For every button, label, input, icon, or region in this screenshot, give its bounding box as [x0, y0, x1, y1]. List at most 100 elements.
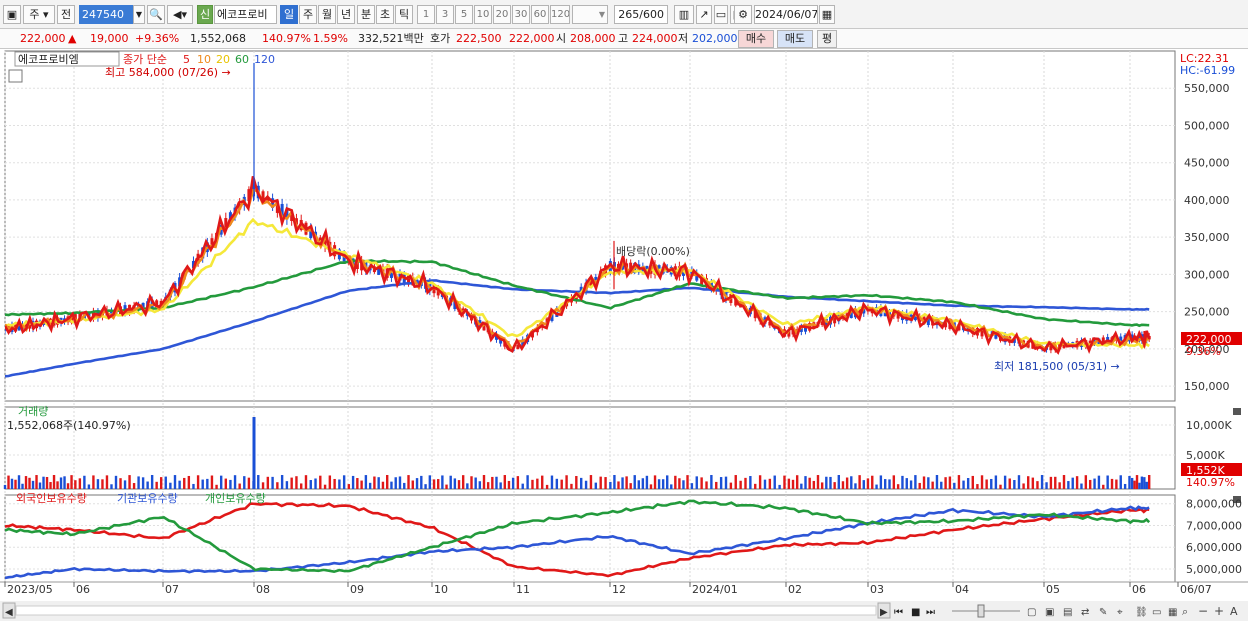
save2-icon[interactable]: ▦ [1168, 607, 1177, 618]
volume-bar [994, 475, 998, 489]
volume-bar [300, 483, 303, 489]
period-month-button[interactable]: 월 [318, 5, 336, 24]
zoom-in-icon[interactable]: + [1214, 604, 1224, 618]
volume-bar [403, 482, 406, 489]
chart-type-icon[interactable]: ▥ [674, 5, 694, 24]
volume-bar [604, 477, 607, 489]
quote-up-arrow: ▲ [68, 32, 77, 45]
volume-bar [575, 476, 578, 489]
chart-menu-icon[interactable]: ▣ [3, 5, 21, 24]
interval-60-button[interactable]: 60 [531, 5, 549, 24]
period-year-button[interactable]: 년 [337, 5, 355, 24]
count-field[interactable]: 265/600 [614, 5, 668, 24]
volume-bar [432, 479, 436, 489]
code-input[interactable]: 247540 [79, 5, 133, 24]
first-icon[interactable]: ⏮ [894, 607, 903, 618]
scrollbar[interactable] [15, 605, 877, 616]
sell-button[interactable]: 매도 [777, 30, 813, 48]
last-icon[interactable]: ⏭ [926, 607, 935, 618]
quote-bar: 222,000 ▲ 19,000 +9.36% 1,552,068 140.97… [0, 29, 1248, 49]
volume-bar [276, 482, 279, 489]
date-field[interactable]: 2024/06/07 [754, 5, 818, 24]
interval-120-button[interactable]: 120 [550, 5, 570, 24]
volume-panel-close-icon[interactable] [1233, 408, 1241, 415]
volume-bar [266, 476, 270, 489]
view2-icon[interactable]: ▣ [1045, 607, 1054, 618]
compare-icon[interactable]: ⇄ [1081, 607, 1089, 618]
font-size-icon[interactable]: A [1230, 605, 1238, 618]
interval-5-button[interactable]: 5 [455, 5, 473, 24]
print-icon[interactable]: ▭ [714, 5, 728, 24]
volume-bar [944, 477, 947, 489]
search-icon[interactable]: 🔍 [147, 5, 165, 24]
prev-button[interactable]: 전 [57, 5, 75, 24]
volume-bar [247, 477, 251, 489]
interval-3-button[interactable]: 3 [436, 5, 454, 24]
zoom-search-icon[interactable]: ⌕ [1182, 605, 1188, 618]
volume-bar [1036, 481, 1039, 489]
volume-bar [411, 480, 414, 489]
volume-bar [233, 475, 237, 489]
interval-30-button[interactable]: 30 [512, 5, 530, 24]
zoom-slider-handle[interactable] [977, 604, 985, 618]
volume-bar [1067, 481, 1070, 489]
cursor-icon[interactable]: ⌖ [1117, 607, 1123, 618]
volume-bar [386, 475, 389, 489]
volume-bar [971, 475, 974, 489]
sound-icon[interactable]: ◀▾ [167, 5, 193, 24]
volume-bar [773, 475, 776, 489]
view1-icon[interactable]: ▢ [1027, 607, 1036, 618]
settings-gear-icon[interactable]: ⚙ [734, 5, 752, 24]
period-day-button[interactable]: 일 [280, 5, 298, 24]
quote-ask: 222,500 [456, 32, 502, 45]
volume-bar [866, 478, 870, 489]
volume-bar [1017, 475, 1021, 489]
interval-1-button[interactable]: 1 [417, 5, 435, 24]
volume-bar [38, 482, 42, 489]
draw-icon[interactable]: ✎ [1099, 607, 1107, 618]
period-minute-button[interactable]: 분 [357, 5, 375, 24]
volume-bar [931, 481, 934, 489]
quote-rate: +9.36% [135, 32, 180, 45]
volume-bar [594, 482, 598, 489]
volume-bar [837, 475, 841, 489]
quote-volume-ratio: 140.97% [262, 32, 311, 45]
volume-bar [271, 476, 274, 489]
ma120-label: 120 [254, 53, 275, 66]
link-icon[interactable]: ⛓ [1135, 606, 1148, 618]
draw-tool-icon[interactable]: ↗ [696, 5, 712, 24]
panel-grid-icon[interactable] [8, 69, 23, 83]
market-select[interactable]: 주 ▾ [23, 5, 55, 24]
interval-20-button[interactable]: 20 [493, 5, 511, 24]
interval-10-button[interactable]: 10 [474, 5, 492, 24]
volume-bar [78, 478, 82, 489]
volume-bar [763, 479, 767, 489]
volume-bar [625, 476, 628, 489]
buy-button[interactable]: 매수 [738, 30, 774, 48]
interval-input[interactable]: ▼ [572, 5, 608, 24]
volume-bar [1135, 475, 1139, 489]
code-dropdown-icon[interactable]: ▼ [133, 5, 145, 24]
quote-low-label: 저 [678, 32, 689, 45]
x-tick-label: 04 [955, 583, 969, 596]
volume-bar [555, 478, 559, 489]
zoom-out-icon[interactable]: − [1198, 604, 1208, 618]
period-second-button[interactable]: 초 [376, 5, 394, 24]
calendar-icon[interactable]: ▦ [819, 5, 835, 24]
period-tick-button[interactable]: 틱 [395, 5, 413, 24]
stock-name-field[interactable]: 에코프로비 [214, 5, 277, 24]
flat-button[interactable]: 평 [817, 30, 837, 48]
volume-bar [1140, 476, 1144, 489]
volume-bar [914, 475, 917, 489]
view3-icon[interactable]: ▤ [1063, 607, 1072, 618]
holding-y-tick: 5,000,000 [1186, 563, 1242, 576]
volume-bar [758, 475, 762, 489]
price-y-tick: 250,000 [1184, 306, 1230, 319]
volume-bar [407, 475, 410, 489]
volume-bar [850, 476, 853, 489]
stop-icon[interactable]: ■ [911, 607, 920, 618]
volume-bar [17, 475, 21, 489]
period-week-button[interactable]: 주 [299, 5, 317, 24]
volume-bar [511, 477, 515, 489]
print2-icon[interactable]: ▭ [1152, 607, 1161, 618]
